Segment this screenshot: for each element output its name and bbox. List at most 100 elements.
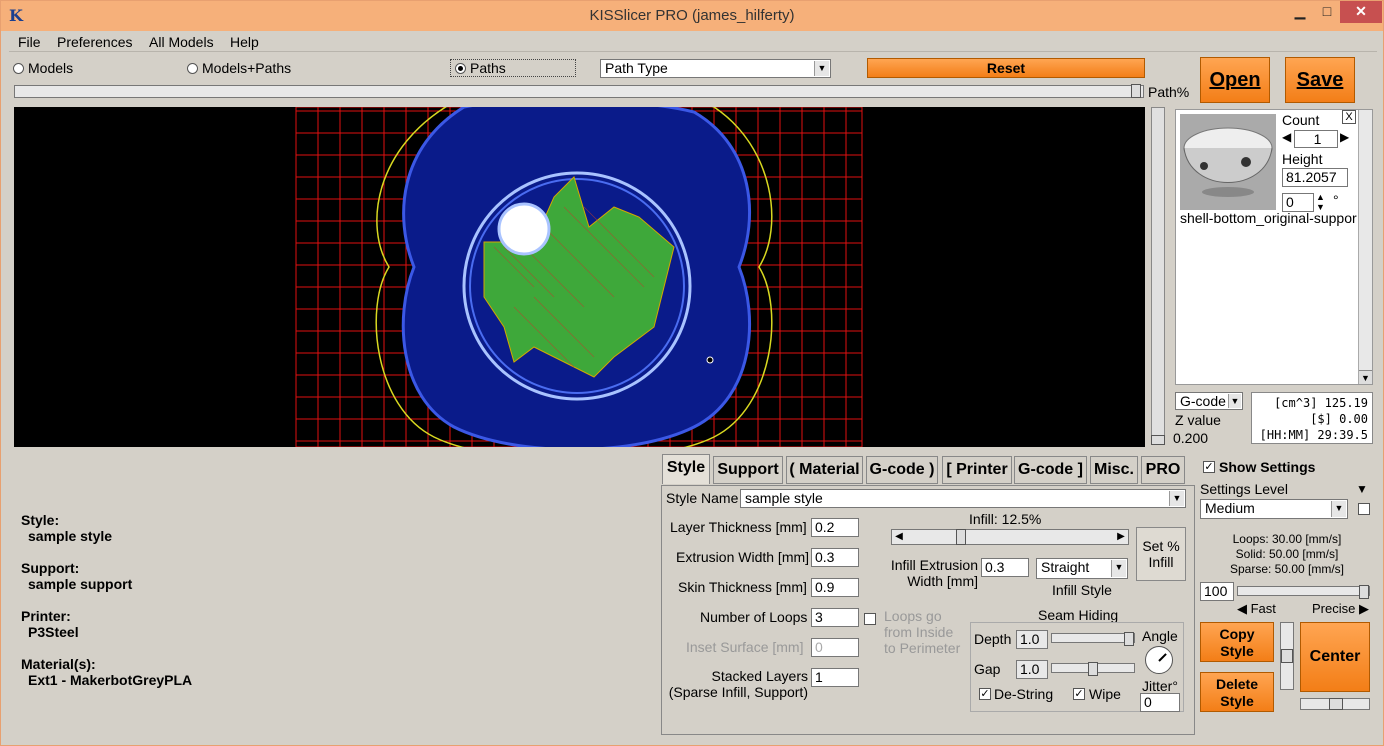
menu-all-models[interactable]: All Models bbox=[149, 34, 214, 50]
speed-slider-thumb[interactable] bbox=[1359, 585, 1369, 599]
infill-increment-icon[interactable]: ▶ bbox=[1114, 530, 1128, 544]
show-settings-checkbox[interactable]: ✓ bbox=[1203, 461, 1215, 473]
center-horizontal-slider-thumb[interactable] bbox=[1329, 698, 1343, 710]
radio-models-label: Models bbox=[28, 60, 74, 76]
radio-models-paths[interactable]: Models+Paths bbox=[187, 60, 291, 76]
path-percent-slider[interactable] bbox=[14, 84, 1144, 98]
count-field[interactable]: 1 bbox=[1294, 130, 1338, 148]
gap-slider-thumb[interactable] bbox=[1088, 662, 1098, 676]
stacked-layers-line-1: Stacked Layers bbox=[711, 668, 809, 684]
style-name-select[interactable]: sample style ▼ bbox=[740, 489, 1186, 508]
tab-pro[interactable]: PRO bbox=[1141, 456, 1185, 484]
menu-help[interactable]: Help bbox=[230, 34, 259, 50]
menu-preferences[interactable]: Preferences bbox=[57, 34, 132, 50]
stacked-layers-field[interactable]: 1 bbox=[811, 668, 859, 687]
speed-slider[interactable] bbox=[1237, 585, 1370, 599]
depth-slider[interactable] bbox=[1051, 632, 1135, 646]
speed-summary: Loops: 30.00 [mm/s] Solid: 50.00 [mm/s] … bbox=[1200, 532, 1374, 577]
extrusion-width-field[interactable]: 0.3 bbox=[811, 548, 859, 567]
gap-slider[interactable] bbox=[1051, 662, 1135, 676]
summary-support-value: sample support bbox=[28, 576, 133, 592]
layer-thickness-label: Layer Thickness [mm] bbox=[670, 519, 807, 535]
radio-paths-label: Paths bbox=[470, 60, 506, 76]
minimize-button[interactable]: ▁ bbox=[1286, 1, 1314, 23]
infill-style-label: Infill Style bbox=[1052, 582, 1112, 598]
loops-inside-checkbox[interactable] bbox=[864, 613, 876, 625]
infill-decrement-icon[interactable]: ◀ bbox=[892, 530, 906, 544]
speed-loops: Loops: 30.00 [mm/s] bbox=[1232, 532, 1342, 546]
radio-dot bbox=[13, 62, 24, 74]
chevron-down-icon: ▼ bbox=[1331, 501, 1346, 517]
radio-paths[interactable]: Paths bbox=[450, 59, 576, 77]
stat-cost: [$] 0.00 bbox=[1310, 412, 1368, 426]
slice-viewport[interactable] bbox=[14, 107, 1145, 447]
stat-time: [HH:MM] 29:39.5 bbox=[1259, 428, 1368, 442]
model-list-scrollbar[interactable]: ▼ bbox=[1358, 110, 1372, 384]
center-button[interactable]: Center bbox=[1300, 622, 1370, 692]
rotation-spinner-icon[interactable]: ▲ ▼ bbox=[1316, 192, 1325, 212]
gcode-view-select[interactable]: G-code ▼ bbox=[1175, 392, 1243, 410]
infill-extrusion-field[interactable]: 0.3 bbox=[981, 558, 1029, 577]
infill-style-value: Straight bbox=[1041, 559, 1090, 575]
skin-thickness-field[interactable]: 0.9 bbox=[811, 578, 859, 597]
tab-material[interactable]: ( Material bbox=[786, 456, 863, 484]
settings-level-checkbox[interactable] bbox=[1358, 503, 1370, 515]
destring-checkbox[interactable]: ✓ bbox=[979, 688, 991, 700]
style-vertical-slider-thumb[interactable] bbox=[1281, 649, 1293, 663]
wipe-label: Wipe bbox=[1089, 686, 1121, 702]
gap-field[interactable]: 1.0 bbox=[1016, 660, 1048, 679]
remove-model-button[interactable]: X bbox=[1342, 110, 1356, 124]
tab-support[interactable]: Support bbox=[713, 456, 783, 484]
inset-surface-field[interactable]: 0 bbox=[811, 638, 859, 657]
chevron-down-icon: ▼ bbox=[1169, 491, 1184, 506]
bowl-model-icon bbox=[1183, 127, 1273, 197]
loops-inside-label: Loops go from Inside to Perimeter bbox=[884, 608, 960, 656]
model-name-label[interactable]: shell-bottom_original-suppor bbox=[1180, 210, 1358, 226]
layer-thickness-field[interactable]: 0.2 bbox=[811, 518, 859, 537]
infill-style-select[interactable]: Straight ▼ bbox=[1036, 558, 1128, 579]
chevron-down-icon: ▼ bbox=[1228, 394, 1241, 408]
depth-slider-thumb[interactable] bbox=[1124, 632, 1134, 646]
copy-style-button[interactable]: Copy Style bbox=[1200, 622, 1274, 662]
precise-label-text: Precise bbox=[1312, 601, 1356, 616]
number-of-loops-field[interactable]: 3 bbox=[811, 608, 859, 627]
count-increment-icon[interactable]: ▶ bbox=[1340, 130, 1349, 144]
style-vertical-slider[interactable] bbox=[1280, 622, 1294, 690]
gcode-view-value: G-code bbox=[1180, 393, 1226, 409]
path-type-select[interactable]: Path Type ▼ bbox=[600, 59, 831, 78]
scroll-down-icon[interactable]: ▼ bbox=[1359, 370, 1372, 384]
infill-slider[interactable]: ◀ ▶ bbox=[891, 529, 1129, 545]
menu-file[interactable]: File bbox=[18, 34, 41, 50]
tab-material-gcode[interactable]: G-code ) bbox=[866, 456, 938, 484]
count-decrement-icon[interactable]: ◀ bbox=[1282, 130, 1291, 144]
maximize-button[interactable]: □ bbox=[1314, 1, 1340, 23]
settings-level-expand-icon[interactable]: ▼ bbox=[1356, 482, 1368, 496]
summary-printer-label: Printer: bbox=[21, 608, 71, 624]
tab-printer[interactable]: [ Printer bbox=[942, 456, 1012, 484]
layer-slider-thumb[interactable] bbox=[1151, 435, 1165, 445]
reset-button[interactable]: Reset bbox=[867, 58, 1145, 78]
depth-field[interactable]: 1.0 bbox=[1016, 630, 1048, 649]
speed-value-field[interactable]: 100 bbox=[1200, 582, 1234, 601]
center-horizontal-slider[interactable] bbox=[1300, 698, 1370, 710]
settings-level-select[interactable]: Medium ▼ bbox=[1200, 499, 1348, 519]
model-thumbnail[interactable] bbox=[1180, 114, 1276, 210]
wipe-checkbox[interactable]: ✓ bbox=[1073, 688, 1085, 700]
infill-extrusion-line-2: Width [mm] bbox=[907, 573, 978, 589]
jitter-field[interactable]: 0 bbox=[1140, 693, 1180, 712]
delete-style-button[interactable]: Delete Style bbox=[1200, 672, 1274, 712]
path-percent-slider-thumb[interactable] bbox=[1131, 84, 1141, 98]
tab-printer-gcode[interactable]: G-code ] bbox=[1014, 456, 1087, 484]
close-button[interactable]: ✕ bbox=[1340, 1, 1382, 23]
height-field[interactable]: 81.2057 bbox=[1282, 168, 1348, 187]
seam-hiding-group: Depth 1.0 Angle Gap 1.0 Jitter° 0 ✓ De-S… bbox=[970, 622, 1184, 712]
save-button[interactable]: Save bbox=[1285, 57, 1355, 103]
tab-misc[interactable]: Misc. bbox=[1090, 456, 1138, 484]
radio-models[interactable]: Models bbox=[13, 60, 73, 76]
open-button[interactable]: Open bbox=[1200, 57, 1270, 103]
infill-slider-thumb[interactable] bbox=[956, 529, 966, 545]
set-infill-button[interactable]: Set % Infill bbox=[1136, 527, 1186, 581]
tab-style[interactable]: Style bbox=[662, 454, 710, 484]
angle-dial[interactable] bbox=[1145, 646, 1173, 674]
layer-slider[interactable] bbox=[1151, 107, 1165, 445]
